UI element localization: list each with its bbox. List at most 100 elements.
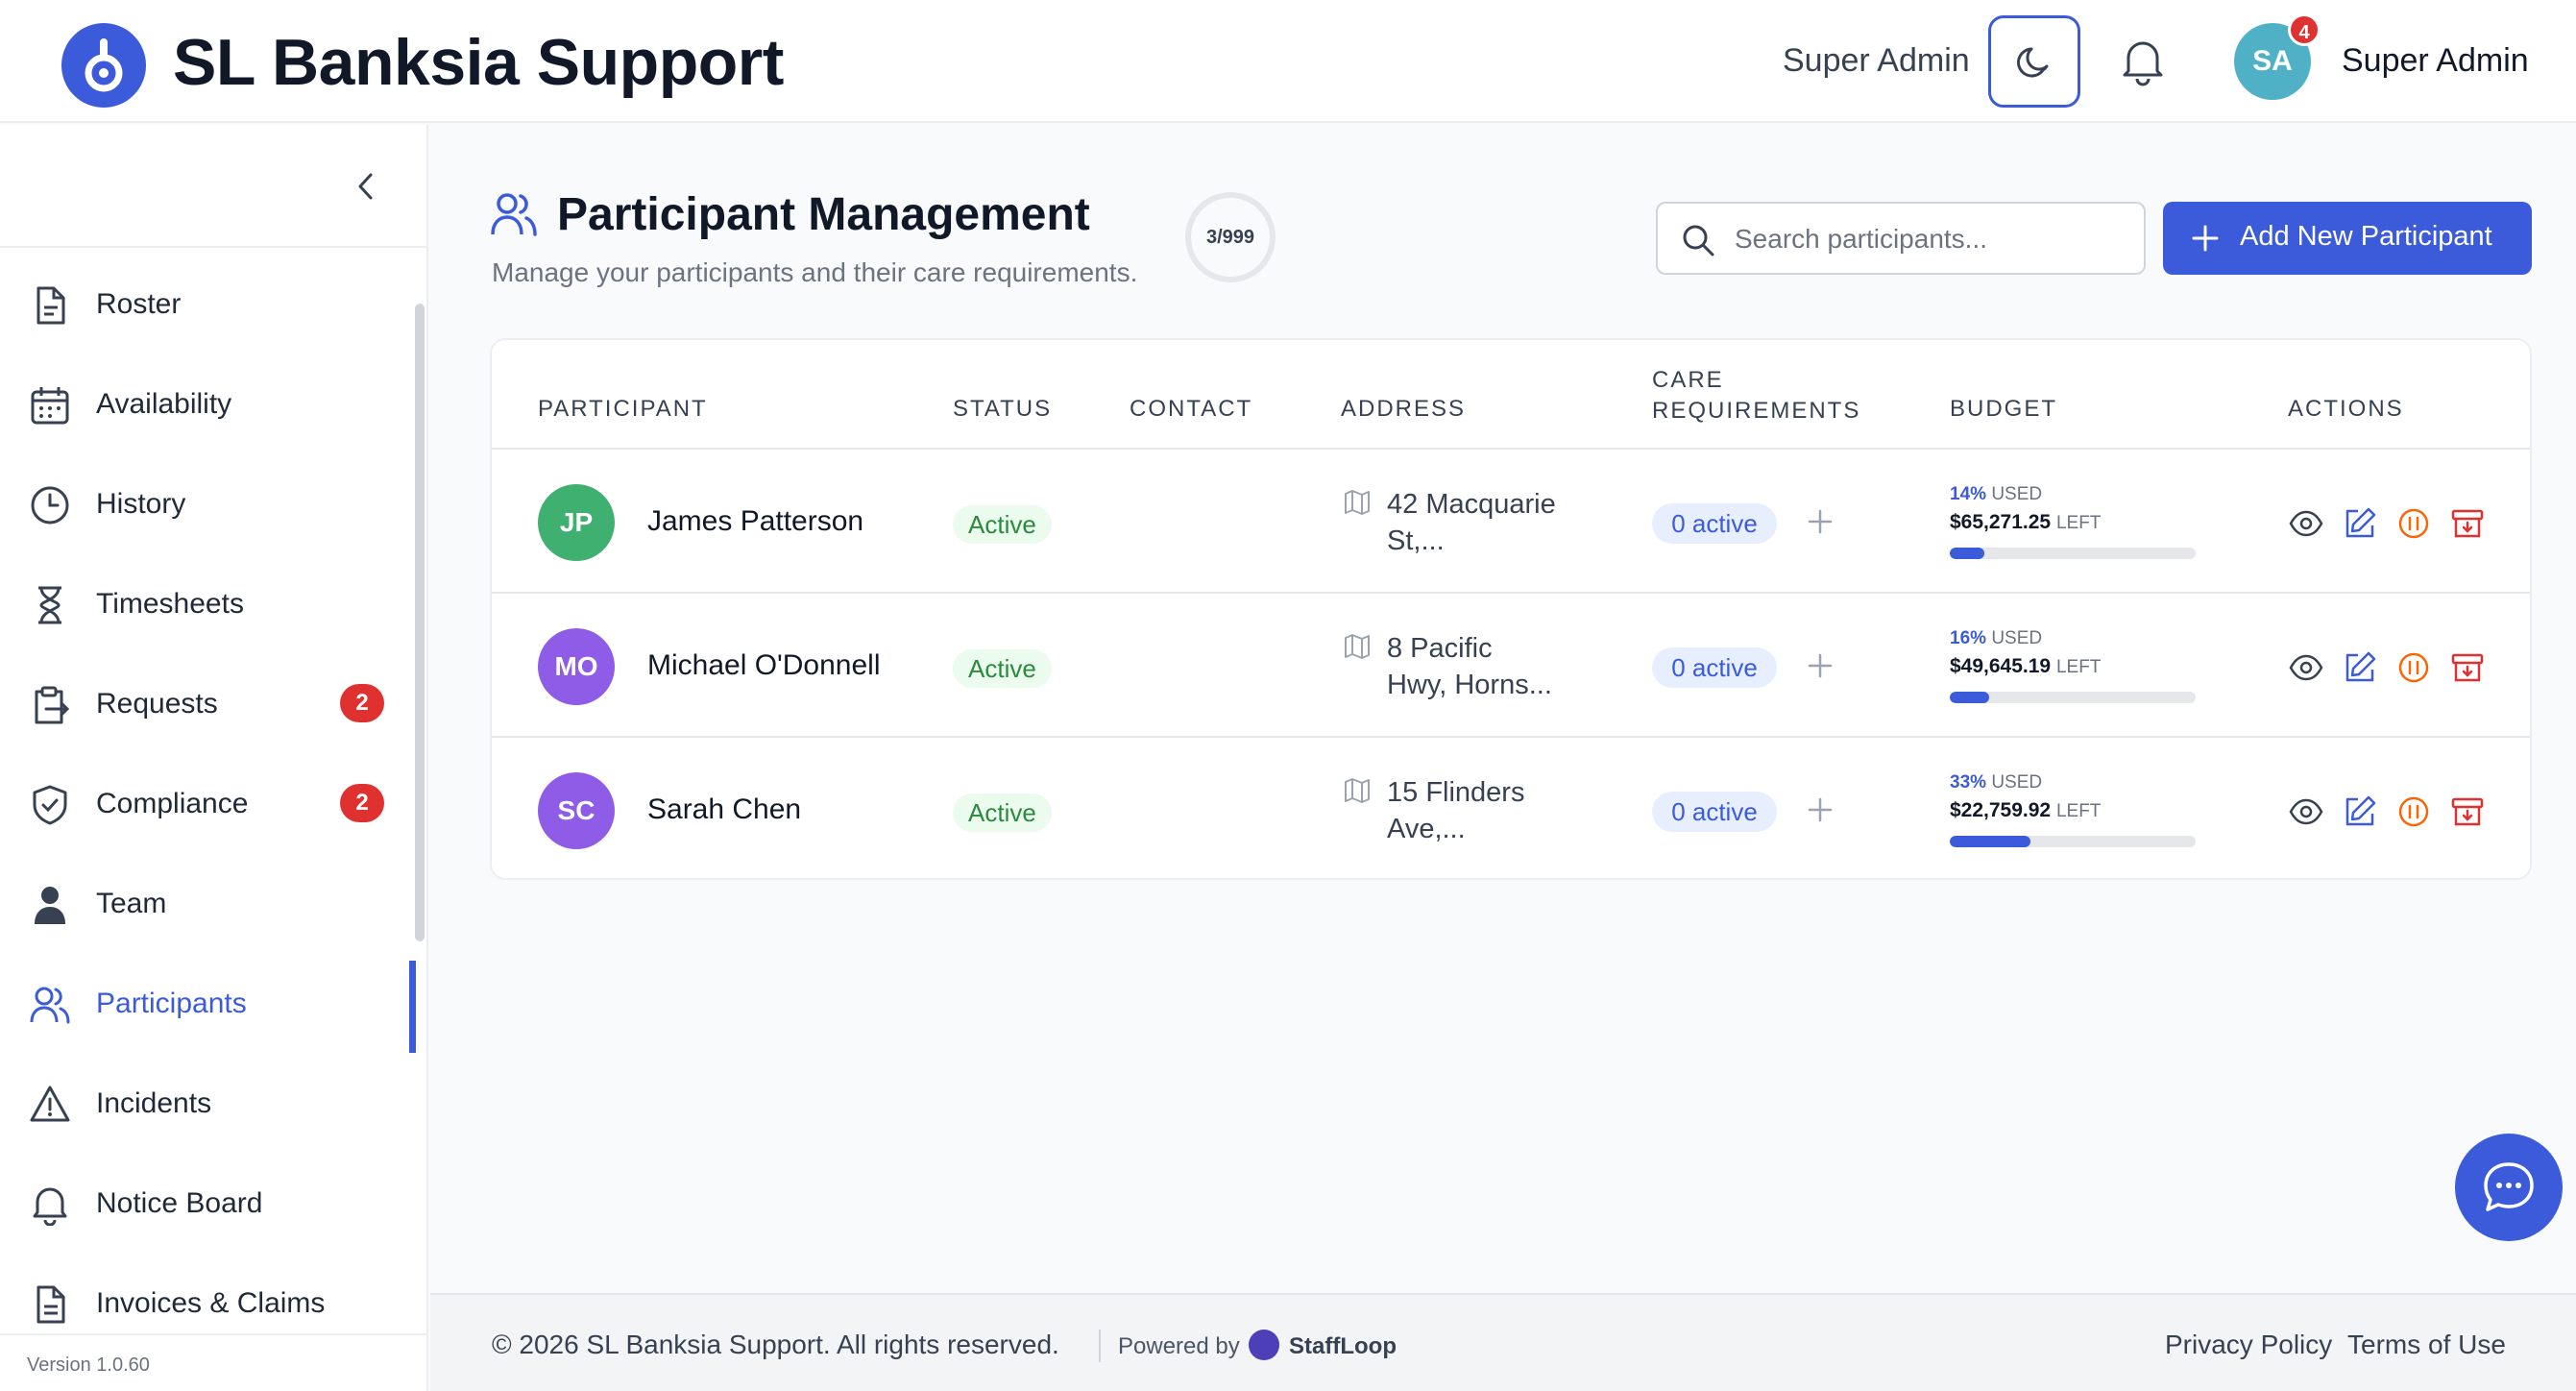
archive-icon[interactable] bbox=[2449, 793, 2486, 830]
participant-name[interactable]: Sarah Chen bbox=[647, 793, 801, 826]
user-name[interactable]: Super Admin bbox=[2342, 42, 2529, 80]
add-care-icon[interactable] bbox=[1806, 651, 1835, 680]
participant-address: 15 Flinders Ave,... bbox=[1387, 774, 1598, 847]
column-header-participant[interactable]: PARTICIPANT bbox=[538, 394, 708, 425]
page-subtitle: Manage your participants and their care … bbox=[492, 257, 1138, 287]
active-indicator bbox=[409, 961, 416, 1053]
version-label: Version 1.0.60 bbox=[27, 1354, 150, 1376]
chat-button[interactable] bbox=[2455, 1134, 2563, 1241]
view-icon[interactable] bbox=[2288, 505, 2324, 542]
address-line2: Ave,... bbox=[1387, 814, 1466, 844]
invoice-icon bbox=[36, 1285, 65, 1324]
view-icon[interactable] bbox=[2288, 793, 2324, 830]
calendar-icon bbox=[31, 387, 69, 425]
copyright: © 2026 SL Banksia Support. All rights re… bbox=[492, 1330, 1059, 1359]
logo-icon[interactable] bbox=[61, 23, 146, 108]
care-requirements-badge[interactable]: 0 active bbox=[1652, 647, 1777, 688]
column-header-status[interactable]: STATUS bbox=[953, 394, 1052, 425]
budget-left-label: LEFT bbox=[2055, 657, 2102, 677]
collapse-sidebar-button[interactable] bbox=[352, 167, 380, 206]
sidebar-item-label: Participants bbox=[96, 988, 247, 1019]
sidebar-item-history[interactable]: History bbox=[0, 467, 413, 544]
sidebar-item-notice-board[interactable]: Notice Board bbox=[0, 1166, 413, 1243]
sidebar-scrollbar[interactable] bbox=[415, 304, 425, 941]
pause-icon[interactable] bbox=[2395, 505, 2432, 542]
sidebar-item-compliance[interactable]: Compliance 2 bbox=[0, 767, 413, 843]
budget-used-label: USED bbox=[1991, 772, 2043, 793]
sidebar-item-label: History bbox=[96, 488, 186, 520]
column-header-care-line2[interactable]: REQUIREMENTS bbox=[1652, 396, 1860, 427]
notification-badge: 4 bbox=[2288, 13, 2321, 46]
edit-icon[interactable] bbox=[2342, 505, 2378, 542]
sidebar-item-roster[interactable]: Roster bbox=[0, 267, 413, 344]
sidebar-item-label: Team bbox=[96, 888, 167, 919]
search-icon bbox=[1683, 225, 1714, 256]
sidebar-item-timesheets[interactable]: Timesheets bbox=[0, 567, 413, 644]
sidebar: Roster Availability History Timesheets R… bbox=[0, 125, 428, 1391]
budget-left: $49,645.19 LEFT bbox=[1950, 655, 2101, 678]
edit-icon[interactable] bbox=[2342, 649, 2378, 686]
budget-left: $65,271.25 LEFT bbox=[1950, 511, 2101, 534]
participant-count: 3/999 bbox=[1205, 227, 1255, 248]
sidebar-item-availability[interactable]: Availability bbox=[0, 367, 413, 444]
map-icon bbox=[1345, 634, 1370, 659]
status-badge: Active bbox=[953, 793, 1052, 832]
view-icon[interactable] bbox=[2288, 649, 2324, 686]
sidebar-item-participants[interactable]: Participants bbox=[0, 966, 413, 1043]
add-participant-button[interactable]: Add New Participant bbox=[2163, 202, 2532, 275]
address-line2: St,... bbox=[1387, 525, 1445, 556]
privacy-policy-link[interactable]: Privacy Policy bbox=[2165, 1330, 2332, 1360]
participant-name[interactable]: Michael O'Donnell bbox=[647, 649, 881, 682]
budget-used: 14% USED bbox=[1950, 484, 2042, 505]
sidebar-item-requests[interactable]: Requests 2 bbox=[0, 667, 413, 744]
sidebar-item-incidents[interactable]: Incidents bbox=[0, 1066, 413, 1143]
participant-avatar: JP bbox=[538, 484, 615, 561]
column-header-care-line1[interactable]: CARE bbox=[1652, 365, 1724, 396]
pause-icon[interactable] bbox=[2395, 793, 2432, 830]
sidebar-item-label: Incidents bbox=[96, 1087, 212, 1119]
table-row[interactable]: SC Sarah Chen Active 15 Flinders Ave,...… bbox=[492, 738, 2530, 882]
add-care-icon[interactable] bbox=[1806, 795, 1835, 824]
care-requirements-badge[interactable]: 0 active bbox=[1652, 792, 1777, 832]
address-line1: 15 Flinders bbox=[1387, 777, 1525, 808]
budget-left-label: LEFT bbox=[2055, 801, 2102, 821]
sidebar-divider bbox=[0, 246, 428, 248]
add-participant-label: Add New Participant bbox=[2240, 221, 2492, 252]
address-line1: 42 Macquarie bbox=[1387, 489, 1556, 520]
add-care-icon[interactable] bbox=[1806, 507, 1835, 536]
search-input[interactable] bbox=[1735, 215, 2128, 263]
column-header-address[interactable]: ADDRESS bbox=[1341, 394, 1466, 425]
sidebar-item-label: Availability bbox=[96, 388, 232, 420]
budget-used: 33% USED bbox=[1950, 772, 2042, 793]
table-row[interactable]: JP James Patterson Active 42 Macquarie S… bbox=[492, 450, 2530, 594]
budget-used-percent: 33% bbox=[1950, 772, 1987, 793]
budget-progress-fill bbox=[1950, 692, 1989, 703]
column-header-contact[interactable]: CONTACT bbox=[1130, 394, 1252, 425]
user-role-label: Super Admin bbox=[1783, 42, 1970, 79]
archive-icon[interactable] bbox=[2449, 649, 2486, 686]
budget-left-amount: $49,645.19 bbox=[1950, 655, 2052, 677]
sidebar-item-invoices-claims[interactable]: Invoices & Claims bbox=[0, 1266, 413, 1343]
care-requirements-badge[interactable]: 0 active bbox=[1652, 503, 1777, 544]
search-field[interactable] bbox=[1656, 202, 2146, 275]
address-line1: 8 Pacific bbox=[1387, 633, 1493, 664]
column-header-budget[interactable]: BUDGET bbox=[1950, 394, 2057, 425]
table-row[interactable]: MO Michael O'Donnell Active 8 Pacific Hw… bbox=[492, 594, 2530, 738]
archive-icon[interactable] bbox=[2449, 505, 2486, 542]
notifications-button[interactable] bbox=[2119, 35, 2167, 88]
theme-toggle-button[interactable] bbox=[1988, 15, 2080, 108]
budget-progress-fill bbox=[1950, 548, 1984, 559]
terms-of-use-link[interactable]: Terms of Use bbox=[2347, 1330, 2506, 1360]
participant-name[interactable]: James Patterson bbox=[647, 505, 863, 538]
staffloop-link[interactable]: StaffLoop bbox=[1289, 1333, 1397, 1360]
budget-progress-bar bbox=[1950, 836, 2196, 847]
sidebar-item-label: Roster bbox=[96, 288, 182, 320]
page-title: Participant Management bbox=[557, 189, 1090, 240]
pause-icon[interactable] bbox=[2395, 649, 2432, 686]
sidebar-item-label: Invoices & Claims bbox=[96, 1287, 326, 1319]
sidebar-item-team[interactable]: Team bbox=[0, 866, 413, 943]
status-badge: Active bbox=[953, 649, 1052, 688]
edit-icon[interactable] bbox=[2342, 793, 2378, 830]
participants-table: PARTICIPANT STATUS CONTACT ADDRESS CARE … bbox=[490, 338, 2532, 880]
person-icon bbox=[35, 887, 65, 924]
